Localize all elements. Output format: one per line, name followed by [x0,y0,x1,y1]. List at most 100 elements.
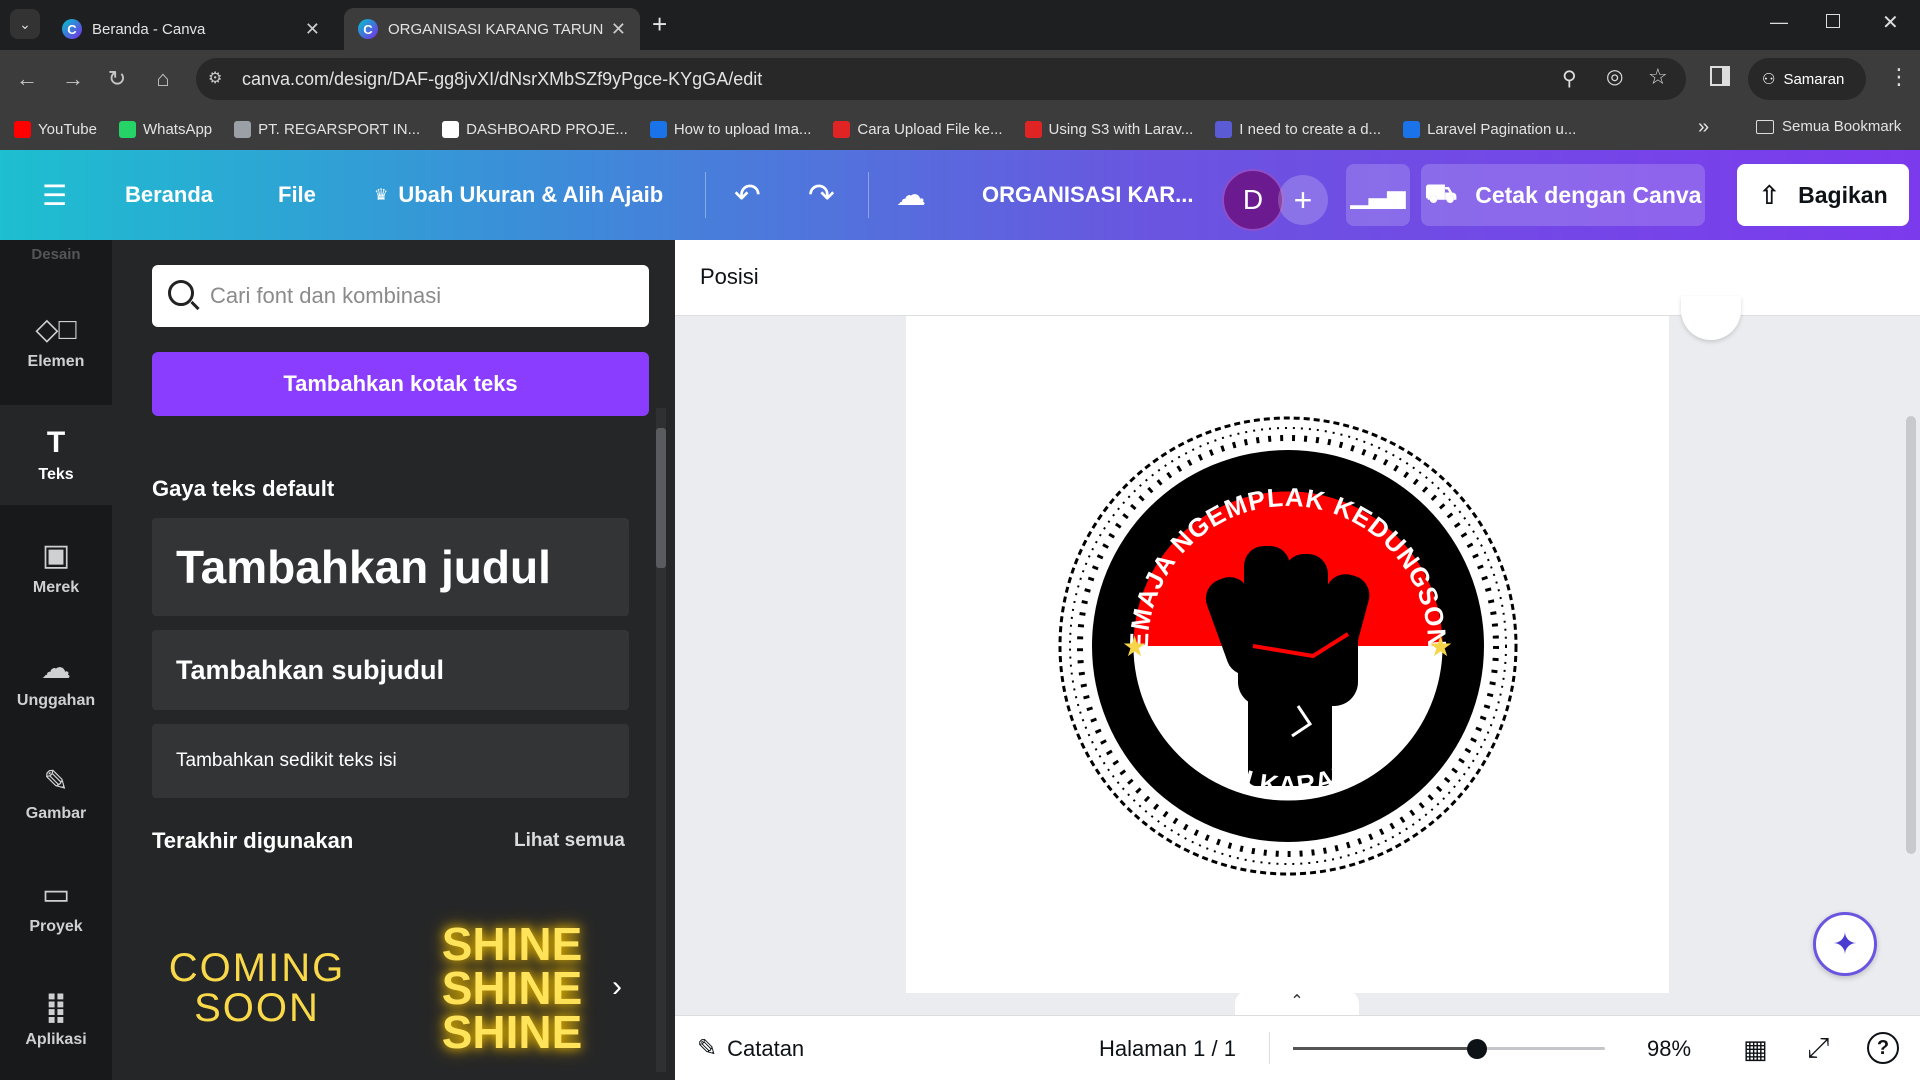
rail-item-label: Teks [38,466,74,483]
whatsapp-icon [118,120,136,138]
bookmark-item[interactable]: WhatsApp [118,120,213,138]
browser-tab-bar: ⌄ C Beranda - Canva ✕ C ORGANISASI KARAN… [0,0,1920,50]
show-pages-toggle[interactable]: ⌃ [1235,990,1359,1016]
recent-font-shine[interactable]: SHINE SHINE SHINE [412,900,612,1076]
upload-share-icon: ⇧ [1758,179,1781,210]
fullscreen-icon[interactable]: ⤢ [1807,1032,1829,1065]
canva-header: ☰ Beranda File ♛ Ubah Ukuran & Alih Ajai… [0,150,1920,240]
bookmark-label: WhatsApp [142,120,213,138]
rail-item-gambar[interactable]: ✎ Gambar [0,744,112,844]
panel-scrollbar-thumb[interactable] [656,428,666,568]
bookmark-star-icon[interactable]: ☆ [1648,64,1668,90]
apps-icon: ⣿ [44,991,68,1024]
undo-icon[interactable]: ↶ [734,150,761,240]
page-action-button[interactable] [1681,296,1741,340]
divider [868,172,869,218]
rail-item-elemen[interactable]: ◇□ Elemen [0,292,112,392]
bookmark-item[interactable]: DASHBOARD PROJE... [442,120,628,138]
home-icon[interactable]: ⌂ [148,64,178,94]
notes-button[interactable]: ✎ Catatan [697,1034,804,1063]
menu-kebab-icon[interactable]: ⋮ [1888,64,1910,90]
canva-favicon-icon: C [62,19,82,39]
folder-icon [1756,119,1774,134]
redo-icon[interactable]: ↷ [808,150,835,240]
insights-button[interactable]: ▁▃▅ [1346,164,1410,226]
cloud-saved-icon[interactable]: ☁ [896,150,926,240]
minimize-icon[interactable]: — [1770,12,1788,33]
bookmark-item[interactable]: Using S3 with Larav... [1024,120,1193,138]
bookmark-item[interactable]: Laravel Pagination u... [1403,120,1576,138]
avatar[interactable]: D [1222,169,1284,231]
bookmark-item[interactable]: I need to create a d... [1215,120,1381,138]
bookmark-item[interactable]: How to upload Ima... [649,120,812,138]
zoom-slider-thumb[interactable] [1467,1039,1488,1059]
chevron-right-icon[interactable]: › [612,970,622,1004]
close-tab-icon[interactable]: ✕ [611,19,626,40]
laravel-news-icon [1024,120,1042,138]
grid-view-icon[interactable]: ▦ [1743,1034,1768,1065]
home-link[interactable]: Beranda [125,150,213,240]
print-button[interactable]: ⛟ Cetak dengan Canva [1421,164,1705,226]
bookmark-item[interactable]: PT. REGARSPORT IN... [234,120,420,138]
rail-item-aplikasi[interactable]: ⣿ Aplikasi [0,970,112,1070]
more-bookmarks-icon[interactable]: » [1698,116,1709,139]
all-bookmarks-label: Semua Bookmark [1782,118,1902,135]
zoom-slider-track[interactable] [1293,1039,1605,1059]
tab-search-button[interactable]: ⌄ [10,9,40,39]
eye-off-icon[interactable]: ◎ [1606,64,1623,89]
address-bar[interactable]: ⚙ canva.com/design/DAF-gg8jvXI/dNsrXMbSZ… [196,58,1686,100]
all-bookmarks-button[interactable]: Semua Bookmark [1756,118,1901,135]
canva-favicon-icon: C [358,19,378,39]
site-info-icon[interactable]: ⚙ [208,68,222,88]
tab-organisasi[interactable]: C ORGANISASI KARANG TARUNA ✕ [344,8,640,50]
restore-icon[interactable] [1826,14,1840,28]
design-title[interactable]: ORGANISASI KAR... [982,150,1193,240]
add-body-text-button[interactable]: Tambahkan sedikit teks isi [152,724,629,798]
add-subheading-button[interactable]: Tambahkan subjudul [152,630,629,710]
page-indicator[interactable]: Halaman 1 / 1 [1099,1036,1236,1062]
rail-item-proyek[interactable]: ▭ Proyek [0,857,112,957]
add-textbox-button[interactable]: Tambahkan kotak teks [152,352,649,416]
magic-assistant-button[interactable]: ✦ [1813,912,1877,976]
design-page[interactable]: REMAJA NGEMPLAK KEDUNGSONO ORGANISASI KA… [906,316,1669,993]
bookmark-item[interactable]: YouTube [14,120,97,138]
rail-item-unggahan[interactable]: ☁ Unggahan [0,631,112,731]
hamburger-menu-icon[interactable]: ☰ [42,150,67,240]
medium-icon [649,120,667,138]
add-heading-button[interactable]: Tambahkan judul [152,518,629,616]
forward-icon[interactable]: → [58,64,88,94]
recent-line: SHINE [441,962,583,1014]
recent-line: COMING [168,946,346,990]
back-icon[interactable]: ← [12,64,42,94]
see-all-link[interactable]: Lihat semua [514,830,625,852]
add-collaborator-icon[interactable]: + [1278,175,1328,225]
rail-top-label: Desain [31,246,81,263]
close-tab-icon[interactable]: ✕ [305,19,320,40]
resize-button[interactable]: ♛ Ubah Ukuran & Alih Ajaib [374,150,663,240]
workspace-scrollbar[interactable] [1906,416,1916,854]
share-button[interactable]: ⇧ Bagikan [1737,164,1909,226]
recent-font-coming-soon[interactable]: COMING SOON [152,908,362,1068]
zoom-icon[interactable]: ⚲ [1562,66,1577,91]
profile-button[interactable]: ⚇ Samaran [1748,58,1866,100]
reload-icon[interactable]: ↻ [102,64,132,94]
karang-taruna-logo[interactable]: REMAJA NGEMPLAK KEDUNGSONO ORGANISASI KA… [1048,406,1528,886]
sidepanel-icon[interactable] [1710,66,1730,86]
divider [1269,1032,1270,1064]
zoom-level[interactable]: 98% [1647,1036,1691,1062]
help-icon[interactable]: ? [1867,1032,1899,1064]
tab-beranda[interactable]: C Beranda - Canva ✕ [48,8,334,50]
new-tab-button[interactable]: + [652,10,667,38]
position-button[interactable]: Posisi [700,264,759,290]
right-star-icon: ★ [1428,630,1453,663]
file-menu[interactable]: File [278,150,316,240]
bookmark-label: How to upload Ima... [673,120,812,138]
share-label: Bagikan [1798,181,1888,208]
close-window-icon[interactable]: ✕ [1882,10,1899,35]
w-icon [1403,120,1421,138]
font-search-input[interactable]: Cari font dan kombinasi [152,265,649,327]
bookmark-item[interactable]: Cara Upload File ke... [833,120,1003,138]
chatgpt-icon [1215,120,1233,138]
rail-item-merek[interactable]: ▣ Merek [0,518,112,618]
rail-item-teks[interactable]: T Teks [0,405,112,505]
